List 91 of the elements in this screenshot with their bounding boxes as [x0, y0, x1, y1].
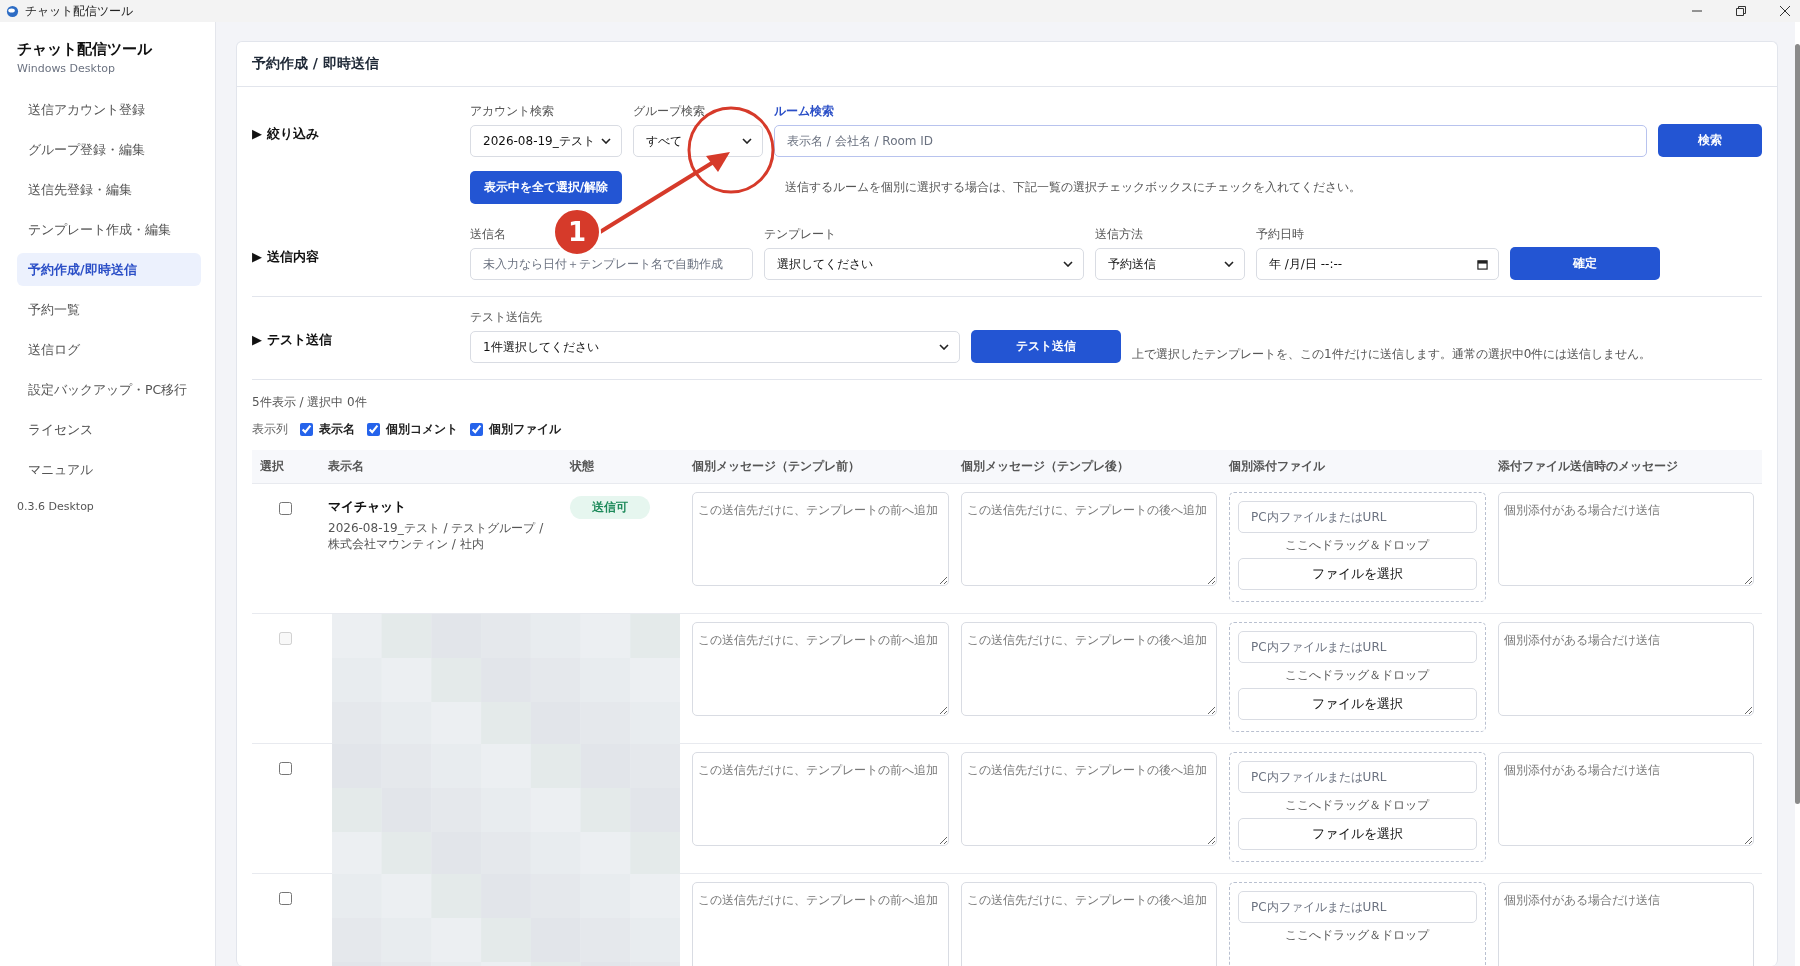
- column-header: 個別メッセージ（テンプレ前）: [692, 458, 861, 475]
- checkbox-label: 個別コメント: [386, 421, 458, 438]
- sidebar-item[interactable]: マニュアル: [17, 453, 201, 486]
- sidebar-item[interactable]: 予約一覧: [17, 293, 201, 326]
- choose-file-button[interactable]: ファイルを選択: [1238, 818, 1477, 850]
- close-icon[interactable]: [1780, 6, 1790, 16]
- page-title: 予約作成 / 即時送信: [252, 55, 379, 71]
- select-all-button[interactable]: 表示中を全て選択/解除: [470, 171, 622, 204]
- columns-label: 表示列: [252, 421, 288, 438]
- message-after-field[interactable]: この送信先だけに、テンプレートの後へ追加: [960, 492, 1217, 586]
- drop-hint: ここへドラッグ＆ドロップ: [1284, 927, 1431, 944]
- message-before-field[interactable]: この送信先だけに、テンプレートの前へ追加: [692, 492, 949, 586]
- sidebar-item[interactable]: 予約作成/即時送信: [17, 253, 201, 286]
- drop-hint: ここへドラッグ＆ドロップ: [1284, 537, 1431, 554]
- group-select[interactable]: すべて: [633, 125, 763, 157]
- section-label: ▶ テスト送信: [252, 331, 333, 349]
- note-text: 上で選択したテンプレートを、この1件だけに送信します。通常の選択中0件には送信しません。: [1132, 346, 1652, 363]
- field-label: ルーム検索: [774, 103, 834, 120]
- app-icon: [6, 4, 19, 18]
- field-label: アカウント検索: [470, 103, 554, 120]
- test-target-select[interactable]: 1件選択してください: [470, 331, 960, 363]
- restore-icon[interactable]: [1736, 6, 1746, 16]
- attachment-message-field[interactable]: 個別添付がある場合だけ送信: [1497, 752, 1754, 846]
- chevron-down-icon: [601, 138, 611, 144]
- room-search-field[interactable]: 表示名 / 会社名 / Room ID: [774, 125, 1647, 157]
- chevron-down-icon: [1063, 261, 1073, 267]
- drop-hint: ここへドラッグ＆ドロップ: [1284, 667, 1431, 684]
- column-header: 個別メッセージ（テンプレ後）: [960, 458, 1130, 475]
- sidebar-item[interactable]: グループ登録・編集: [17, 133, 201, 166]
- sidebar-item[interactable]: ライセンス: [17, 413, 201, 446]
- field-label: グループ検索: [633, 103, 705, 120]
- message-before-field[interactable]: この送信先だけに、テンプレートの前へ追加: [692, 752, 949, 846]
- field-label: テスト送信先: [470, 309, 542, 326]
- hint-text: 送信するルームを個別に選択する場合は、下記一覧の選択チェックボックスにチェックを入れてください。: [785, 179, 1361, 196]
- sidebar-item[interactable]: テンプレート作成・編集: [17, 213, 201, 246]
- choose-file-button[interactable]: ファイルを選択: [1238, 558, 1477, 590]
- window-title: チャット配信ツール: [25, 2, 133, 20]
- row-checkbox[interactable]: [279, 892, 292, 905]
- section-label: ▶ 絞り込み: [252, 125, 320, 143]
- message-after-field[interactable]: この送信先だけに、テンプレートの後へ追加: [960, 882, 1217, 966]
- row-checkbox[interactable]: [279, 502, 292, 515]
- datetime-field[interactable]: 年 /月/日 --:--: [1256, 248, 1499, 280]
- drop-hint: ここへドラッグ＆ドロップ: [1284, 797, 1431, 814]
- section-label: ▶ 送信内容: [252, 248, 320, 266]
- search-button[interactable]: 検索: [1658, 124, 1762, 157]
- attachment-message-field[interactable]: 個別添付がある場合だけ送信: [1497, 882, 1754, 966]
- version-label: 0.3.6 Desktop: [17, 500, 95, 513]
- checkbox[interactable]: [470, 423, 483, 436]
- row-checkbox[interactable]: [279, 762, 292, 775]
- checkbox-label: 個別ファイル: [489, 421, 561, 438]
- app-subtitle: Windows Desktop: [17, 62, 116, 75]
- message-after-field[interactable]: この送信先だけに、テンプレートの後へ追加: [960, 752, 1217, 846]
- template-select[interactable]: 選択してください: [764, 248, 1084, 280]
- file-path-field[interactable]: PC内ファイルまたはURL: [1238, 501, 1477, 533]
- status-badge: 送信可: [570, 496, 650, 519]
- room-detail: 2026-08-19_テスト / テストグループ / 株式会社マウンティン / 社内: [328, 520, 545, 553]
- column-header: 表示名: [328, 458, 365, 475]
- file-path-field[interactable]: PC内ファイルまたはURL: [1238, 761, 1477, 793]
- count-text: 5件表示 / 選択中 0件: [252, 394, 368, 411]
- field-label: 予約日時: [1256, 226, 1304, 243]
- method-select[interactable]: 予約送信: [1095, 248, 1245, 280]
- chevron-down-icon: [939, 344, 949, 350]
- app-title: チャット配信ツール: [17, 40, 153, 59]
- file-drop-zone[interactable]: PC内ファイルまたはURL ここへドラッグ＆ドロップ: [1229, 882, 1486, 966]
- attachment-message-field[interactable]: 個別添付がある場合だけ送信: [1497, 492, 1754, 586]
- send-name-field[interactable]: 未入力なら日付＋テンプレート名で自動作成: [470, 248, 753, 280]
- checkbox[interactable]: [367, 423, 380, 436]
- column-header: 添付ファイル送信時のメッセージ: [1497, 458, 1679, 475]
- file-drop-zone[interactable]: PC内ファイルまたはURL ここへドラッグ＆ドロップ ファイルを選択: [1229, 492, 1486, 602]
- confirm-button[interactable]: 確定: [1510, 247, 1660, 280]
- chevron-down-icon: [1224, 261, 1234, 267]
- field-label: 送信方法: [1095, 226, 1143, 243]
- column-header: 状態: [570, 458, 595, 475]
- room-name: マイチャット: [328, 498, 407, 516]
- file-drop-zone[interactable]: PC内ファイルまたはURL ここへドラッグ＆ドロップ ファイルを選択: [1229, 752, 1486, 862]
- checkbox-label: 表示名: [319, 421, 355, 438]
- test-send-button[interactable]: テスト送信: [971, 330, 1121, 363]
- sidebar-item[interactable]: 送信先登録・編集: [17, 173, 201, 206]
- field-label: テンプレート: [764, 226, 836, 243]
- sidebar-item[interactable]: 送信アカウント登録: [17, 93, 201, 126]
- message-before-field[interactable]: この送信先だけに、テンプレートの前へ追加: [692, 882, 949, 966]
- sidebar-item[interactable]: 設定バックアップ・PC移行: [17, 373, 201, 406]
- calendar-icon[interactable]: [1477, 258, 1488, 270]
- column-header: 個別添付ファイル: [1229, 458, 1326, 475]
- sidebar-item[interactable]: 送信ログ: [17, 333, 201, 366]
- account-select[interactable]: 2026-08-19_テスト: [470, 125, 622, 157]
- column-header: 選択: [260, 458, 285, 475]
- chevron-down-icon: [742, 138, 752, 144]
- field-label: 送信名: [470, 226, 506, 243]
- file-path-field[interactable]: PC内ファイルまたはURL: [1238, 891, 1477, 923]
- checkbox[interactable]: [300, 423, 313, 436]
